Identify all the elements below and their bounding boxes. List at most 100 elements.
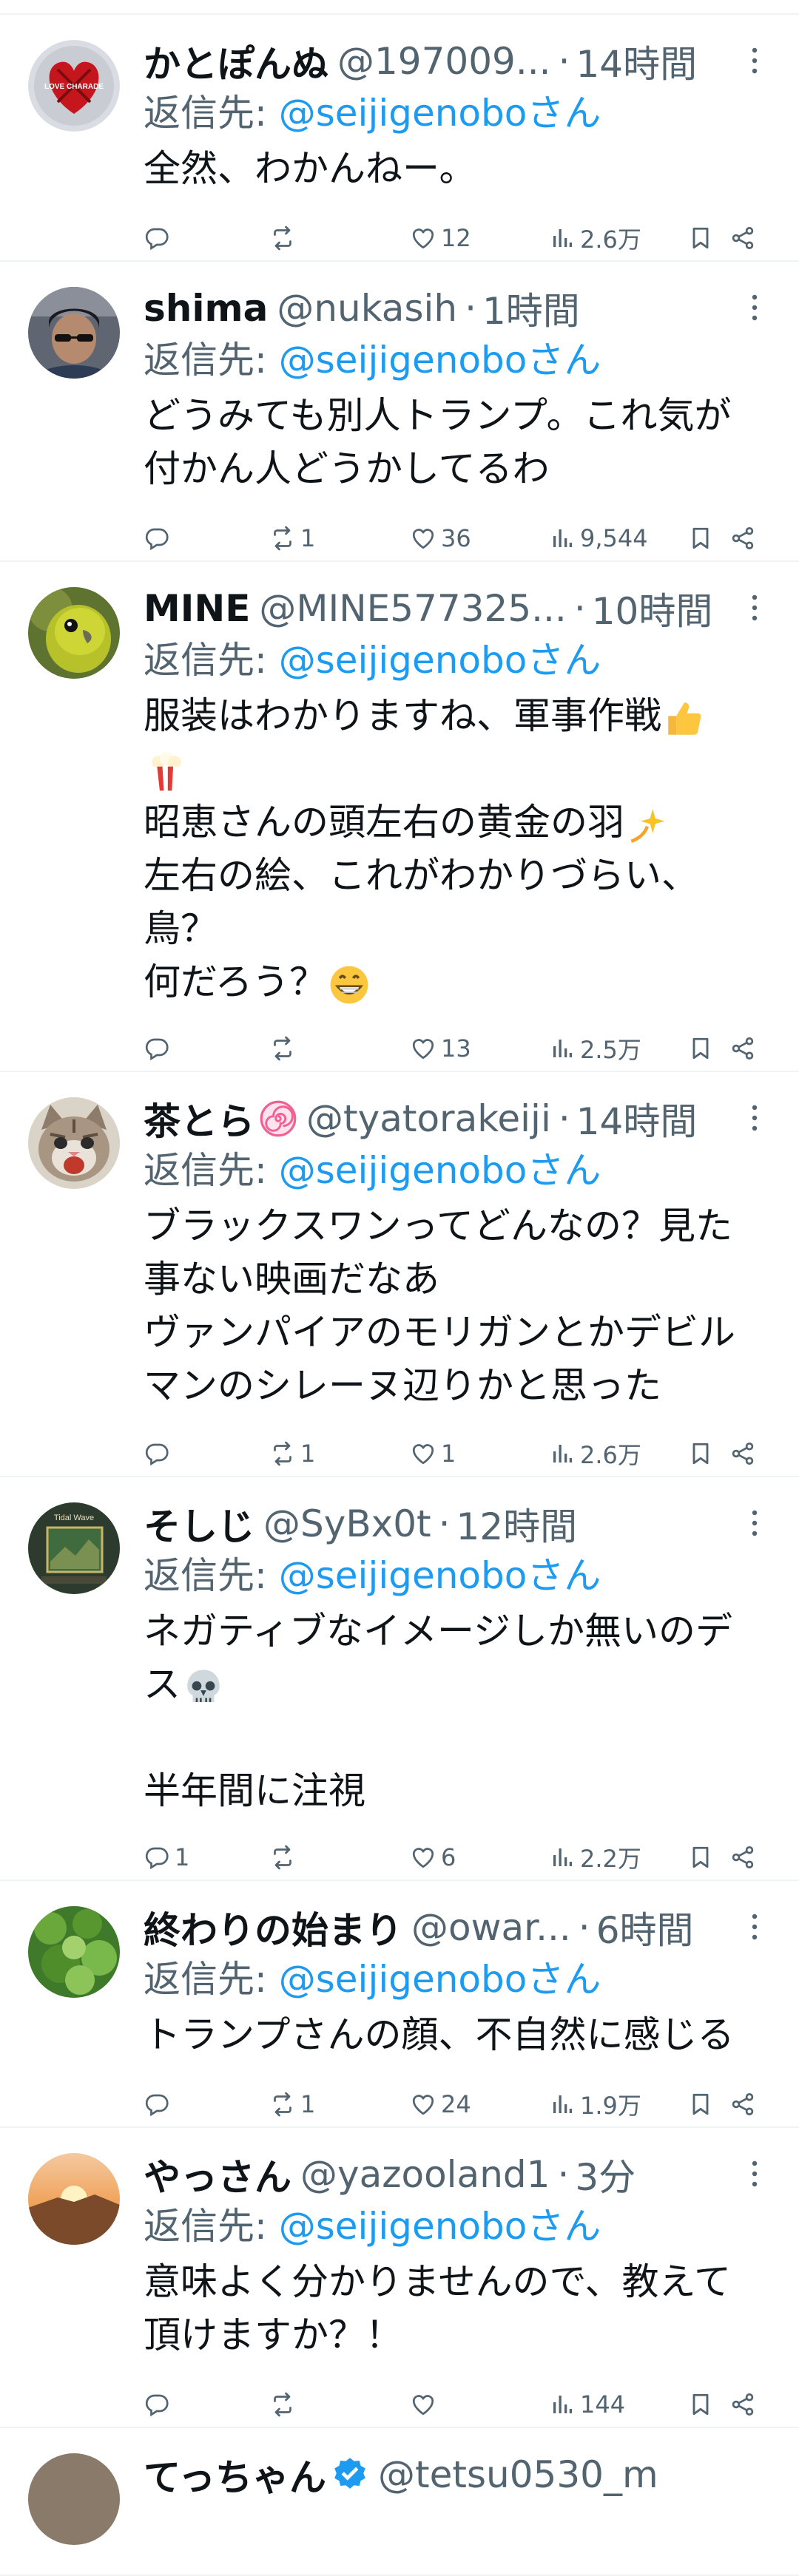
timestamp[interactable]: 6時間 xyxy=(596,1901,694,1954)
timestamp[interactable]: 14時間 xyxy=(576,1092,698,1145)
retweet-button[interactable] xyxy=(269,2382,300,2427)
more-options-icon[interactable] xyxy=(740,2159,769,2189)
reply-tweet[interactable]: 終わりの始まり @owar... · 6時間 返信先: @seijigenoboさん トラ… xyxy=(0,1881,799,2128)
avatar[interactable]: Tidal Wave xyxy=(28,1502,120,1594)
avatar[interactable]: LOVE CHARADE xyxy=(28,40,120,132)
action-bar: 144 xyxy=(144,2382,769,2427)
retweet-icon xyxy=(269,1035,296,1062)
timestamp[interactable]: 10時間 xyxy=(592,582,713,635)
retweet-button[interactable] xyxy=(269,1026,300,1071)
reply-button[interactable] xyxy=(144,1026,175,1071)
user-handle[interactable]: @MINE577325... xyxy=(259,587,566,630)
reply-to-link[interactable]: @seijigenoboさん xyxy=(279,1958,601,2001)
retweet-button[interactable] xyxy=(269,216,300,260)
display-name[interactable]: MINE xyxy=(144,587,250,630)
avatar[interactable] xyxy=(28,287,120,379)
bookmark-button[interactable] xyxy=(687,1431,714,1476)
more-options-icon[interactable] xyxy=(740,1103,769,1133)
share-button[interactable] xyxy=(729,516,756,560)
reply-tweet[interactable]: LOVE CHARADE かとぽんぬ @197009... · 14時間 返信先: @se… xyxy=(0,15,799,262)
timestamp[interactable]: 12時間 xyxy=(456,1497,578,1550)
more-options-icon[interactable] xyxy=(740,1508,769,1538)
retweet-button[interactable]: 1 xyxy=(269,516,315,560)
reply-button[interactable] xyxy=(144,2082,175,2126)
more-options-icon[interactable] xyxy=(740,46,769,75)
reply-to-link[interactable]: @seijigenoboさん xyxy=(279,1554,601,1597)
reply-to-link[interactable]: @seijigenoboさん xyxy=(279,1149,601,1192)
user-handle[interactable]: @owar... xyxy=(411,1906,571,1949)
retweet-button[interactable]: 1 xyxy=(269,2082,315,2126)
tweet-text-line: ス xyxy=(144,1658,769,1711)
user-handle[interactable]: @tetsu0530_m xyxy=(378,2453,658,2496)
display-name[interactable]: shima xyxy=(144,287,268,330)
user-handle[interactable]: @tyatorakeiji xyxy=(306,1097,551,1140)
avatar[interactable] xyxy=(28,1097,120,1189)
bookmark-button[interactable] xyxy=(687,1835,714,1880)
bookmark-button[interactable] xyxy=(687,1026,714,1071)
avatar[interactable] xyxy=(28,2153,120,2245)
more-options-icon[interactable] xyxy=(740,1912,769,1942)
user-handle[interactable]: @SyBx0t xyxy=(263,1502,431,1545)
display-name[interactable]: そしじ xyxy=(144,1497,254,1550)
reply-tweet[interactable]: MINE @MINE577325... · 10時間 返信先: @seijigenobo… xyxy=(0,562,799,1072)
bookmark-button[interactable] xyxy=(687,2382,714,2427)
views-button[interactable]: 2.5万 xyxy=(549,1026,641,1071)
avatar[interactable] xyxy=(28,587,120,679)
views-button[interactable]: 9,544 xyxy=(549,516,648,560)
spiral-badge-icon xyxy=(260,1100,297,1137)
reply-button[interactable] xyxy=(144,516,175,560)
like-button[interactable]: 6 xyxy=(410,1835,456,1880)
display-name[interactable]: かとぽんぬ xyxy=(144,35,328,88)
reply-to-link[interactable]: @seijigenoboさん xyxy=(279,2205,601,2248)
share-button[interactable] xyxy=(729,1026,756,1071)
views-button[interactable]: 1.9万 xyxy=(549,2082,641,2126)
reply-tweet[interactable]: やっさん @yazooland1 · 3分 返信先: @seijigenoboさん 意味よ… xyxy=(0,2128,799,2428)
views-button[interactable]: 2.6万 xyxy=(549,1431,641,1476)
timestamp[interactable]: 14時間 xyxy=(576,35,697,88)
user-handle[interactable]: @197009... xyxy=(337,40,551,83)
bookmark-button[interactable] xyxy=(687,2082,714,2126)
more-options-icon[interactable] xyxy=(740,593,769,623)
reply-tweet[interactable]: 茶とら @tyatorakeiji · 14時間 返信先: @seijigenoboさん… xyxy=(0,1072,799,1477)
retweet-button[interactable] xyxy=(269,1835,300,1880)
reply-tweet[interactable]: shima @nukasih · 1時間 返信先: @seijigenoboさん どうみて… xyxy=(0,262,799,562)
timestamp[interactable]: 3分 xyxy=(575,2148,636,2201)
like-button[interactable]: 12 xyxy=(410,216,471,260)
share-button[interactable] xyxy=(729,2082,756,2126)
reply-button[interactable] xyxy=(144,2382,175,2427)
display-name[interactable]: やっさん xyxy=(144,2148,291,2201)
reply-button[interactable] xyxy=(144,1431,175,1476)
reply-to-link[interactable]: @seijigenoboさん xyxy=(279,339,601,382)
share-button[interactable] xyxy=(729,2382,756,2427)
views-button[interactable]: 2.2万 xyxy=(549,1835,641,1880)
share-icon xyxy=(729,2391,756,2418)
reply-button[interactable] xyxy=(144,216,175,260)
reply-tweet[interactable]: Tidal Wave そしじ @SyBx0t · 12時間 返信先: @seijigeno… xyxy=(0,1477,799,1881)
reply-tweet[interactable]: てっちゃん @tetsu0530_m xyxy=(0,2428,799,2576)
share-button[interactable] xyxy=(729,1431,756,1476)
share-button[interactable] xyxy=(729,216,756,260)
user-handle[interactable]: @yazooland1 xyxy=(300,2153,550,2196)
bookmark-button[interactable] xyxy=(687,216,714,260)
views-button[interactable]: 2.6万 xyxy=(549,216,641,260)
reply-button[interactable]: 1 xyxy=(144,1835,189,1880)
display-name[interactable]: 終わりの始まり xyxy=(144,1901,402,1954)
reply-to-link[interactable]: @seijigenoboさん xyxy=(279,92,601,135)
timestamp[interactable]: 1時間 xyxy=(482,282,580,335)
like-button[interactable]: 36 xyxy=(410,516,471,560)
avatar[interactable] xyxy=(28,2453,120,2545)
user-handle[interactable]: @nukasih xyxy=(277,287,457,330)
retweet-button[interactable]: 1 xyxy=(269,1431,315,1476)
like-button[interactable]: 1 xyxy=(410,1431,456,1476)
views-button[interactable]: 144 xyxy=(549,2382,625,2427)
avatar[interactable] xyxy=(28,1906,120,1998)
bookmark-button[interactable] xyxy=(687,516,714,560)
reply-to-link[interactable]: @seijigenoboさん xyxy=(279,639,601,682)
share-button[interactable] xyxy=(729,1835,756,1880)
like-button[interactable]: 24 xyxy=(410,2082,471,2126)
more-options-icon[interactable] xyxy=(740,293,769,322)
display-name[interactable]: 茶とら xyxy=(144,1092,254,1145)
like-button[interactable] xyxy=(410,2382,441,2427)
display-name[interactable]: てっちゃん xyxy=(144,2448,326,2501)
like-button[interactable]: 13 xyxy=(410,1026,471,1071)
